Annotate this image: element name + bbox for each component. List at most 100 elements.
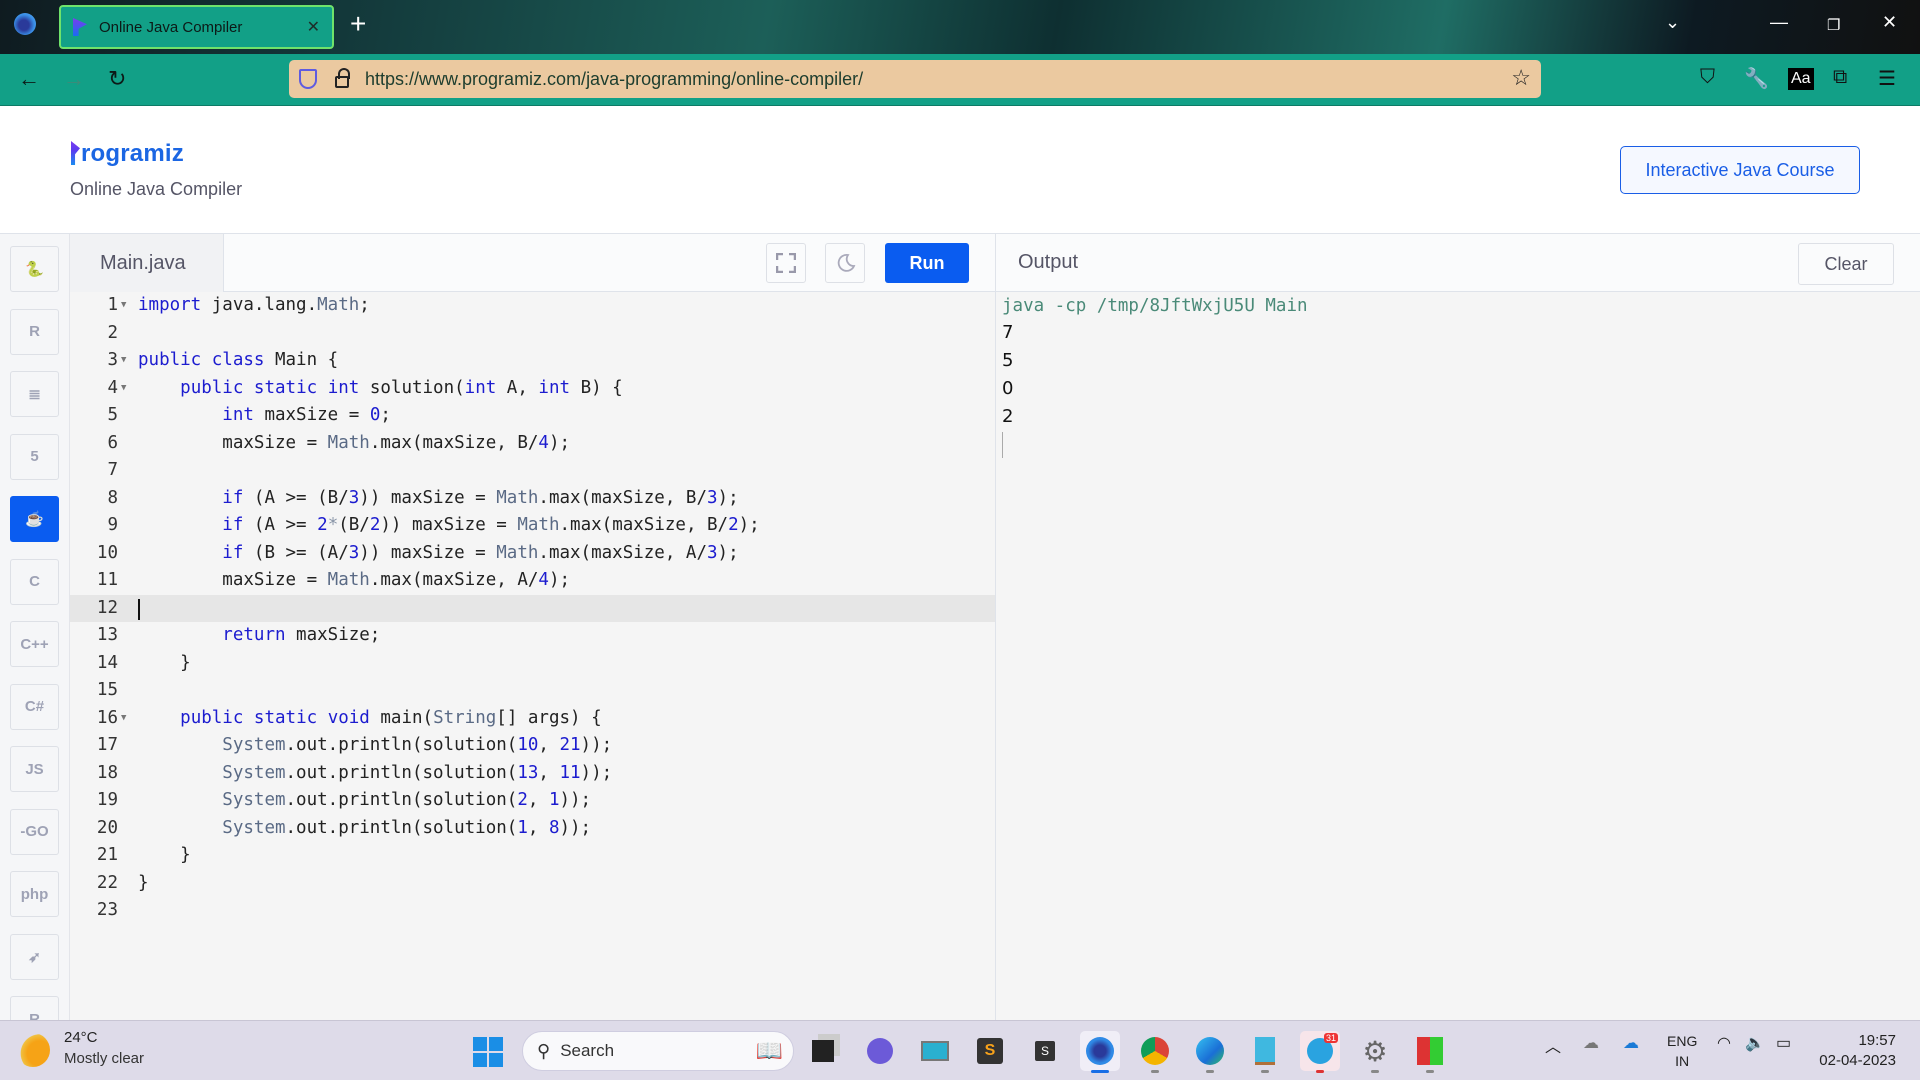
sidebar-lang-csharp[interactable]: C# <box>10 683 59 730</box>
code-line[interactable]: 8 if (A >= (B/3)) maxSize = Math.max(max… <box>70 485 995 513</box>
restore-button[interactable]: ❐ <box>1827 16 1840 34</box>
weather-description[interactable]: Mostly clear <box>64 1050 144 1067</box>
desktop-monitor-icon[interactable] <box>915 1031 955 1071</box>
show-hidden-icons-chevron[interactable]: ︿ <box>1545 1033 1561 1057</box>
code-line[interactable]: 15 <box>70 677 995 705</box>
code-line[interactable]: 22} <box>70 870 995 898</box>
windows-start-icon[interactable] <box>473 1037 503 1067</box>
fold-arrow-icon[interactable]: ▼ <box>121 375 126 403</box>
firefox-icon[interactable] <box>14 13 36 35</box>
lock-icon[interactable] <box>335 68 350 88</box>
onedrive-grey-cloud-icon[interactable]: ☁ <box>1583 1033 1599 1053</box>
code-line[interactable]: 21 } <box>70 842 995 870</box>
code-line[interactable]: 16 ▼ public static void main(String[] arg… <box>70 705 995 733</box>
code-line[interactable]: 4 ▼ public static int solution(int A, int… <box>70 375 995 403</box>
fold-arrow-icon[interactable]: ▼ <box>121 292 126 320</box>
close-window-button[interactable]: ✕ <box>1882 12 1897 33</box>
sidebar-lang-javascript[interactable]: JS <box>10 746 59 792</box>
fold-arrow-icon[interactable]: ▼ <box>121 347 126 375</box>
forward-button[interactable]: → <box>63 66 85 92</box>
onedrive-blue-cloud-icon[interactable]: ☁ <box>1623 1033 1639 1053</box>
minimize-button[interactable]: — <box>1770 12 1788 33</box>
file-tab-main-java[interactable]: Main.java <box>70 234 224 292</box>
battery-icon[interactable]: ▭ <box>1776 1033 1791 1053</box>
fullscreen-button[interactable] <box>766 243 806 283</box>
code-line[interactable]: 23 <box>70 897 995 925</box>
line-number: 15 <box>96 680 118 700</box>
sidebar-lang-c[interactable]: C <box>10 558 59 605</box>
code-line[interactable]: 1 ▼ import java.lang.Math; <box>70 292 995 320</box>
wifi-icon[interactable]: ◠ <box>1717 1033 1731 1053</box>
weather-temperature[interactable]: 24°C <box>64 1029 98 1046</box>
telegram-icon[interactable]: 31 <box>1300 1031 1340 1073</box>
fold-arrow-icon[interactable]: ▼ <box>121 705 126 733</box>
sidebar-lang-cpp[interactable]: C++ <box>10 621 59 667</box>
sidebar-lang-r[interactable]: R <box>10 308 59 355</box>
address-bar[interactable]: https://www.programiz.com/java-programmi… <box>289 60 1541 98</box>
code-line[interactable]: 10 if (B >= (A/3)) maxSize = Math.max(ma… <box>70 540 995 568</box>
pocket-icon[interactable]: ⛉ <box>1700 66 1715 89</box>
app-s-icon[interactable]: S <box>1025 1031 1065 1071</box>
clear-output-button[interactable]: Clear <box>1798 243 1894 285</box>
sidebar-lang-sql[interactable]: ≣ <box>10 371 59 417</box>
menu-hamburger-icon[interactable]: ☰ <box>1878 66 1896 91</box>
settings-gear-icon[interactable]: ⚙ <box>1355 1031 1395 1073</box>
firefox-taskbar-icon[interactable] <box>1080 1031 1120 1073</box>
edge-icon[interactable] <box>1190 1031 1230 1073</box>
code-line[interactable]: 6 maxSize = Math.max(maxSize, B/4); <box>70 430 995 458</box>
code-line[interactable]: 7 <box>70 457 995 485</box>
run-button[interactable]: Run <box>885 243 969 283</box>
code-line[interactable]: 19 System.out.println(solution(2, 1)); <box>70 787 995 815</box>
winrar-icon[interactable] <box>1410 1031 1450 1073</box>
chrome-icon[interactable] <box>1135 1031 1175 1073</box>
line-number: 21 <box>96 845 118 865</box>
notepad-icon[interactable] <box>1245 1031 1285 1073</box>
code-line[interactable]: 2 <box>70 320 995 348</box>
interactive-course-button[interactable]: Interactive Java Course <box>1620 146 1860 194</box>
weather-moon-icon[interactable] <box>16 1033 50 1067</box>
sidebar-lang-go[interactable]: -GO <box>10 808 59 855</box>
bookmark-star-icon[interactable]: ☆ <box>1511 65 1531 91</box>
code-line[interactable]: 14 } <box>70 650 995 678</box>
programiz-logo[interactable]: rogramiz <box>71 140 184 168</box>
sublime-text-icon[interactable]: S <box>970 1031 1010 1071</box>
taskbar-search[interactable]: ⚲ Search 📖 <box>522 1031 794 1071</box>
code-line[interactable]: 17 System.out.println(solution(10, 21)); <box>70 732 995 760</box>
back-button[interactable]: ← <box>18 66 40 92</box>
code-text: } <box>138 872 149 893</box>
code-line[interactable]: 18 System.out.println(solution(13, 11)); <box>70 760 995 788</box>
output-console[interactable]: java -cp /tmp/8JftWxjU5U Main 7 5 0 2 <box>995 292 1920 1020</box>
new-tab-button[interactable]: + <box>350 10 366 38</box>
code-line[interactable]: 13 return maxSize; <box>70 622 995 650</box>
list-tabs-chevron-icon[interactable]: ⌄ <box>1665 12 1680 33</box>
code-line[interactable]: 12 <box>70 594 995 622</box>
dark-mode-toggle[interactable] <box>825 243 865 283</box>
wrench-icon[interactable]: 🔧 <box>1744 66 1769 91</box>
extensions-puzzle-icon[interactable]: ⧉ <box>1833 66 1847 89</box>
reader-view-icon[interactable]: Aa <box>1788 68 1814 90</box>
code-text: } <box>138 652 191 673</box>
sidebar-lang-java[interactable]: ☕ <box>10 496 59 542</box>
system-clock[interactable]: 19:57 02-04-2023 <box>1819 1031 1896 1071</box>
tracking-protection-shield-icon[interactable] <box>299 69 317 89</box>
code-line[interactable]: 9 if (A >= 2*(B/2)) maxSize = Math.max(m… <box>70 512 995 540</box>
browser-tab[interactable]: Online Java Compiler ✕ <box>59 5 334 49</box>
code-line[interactable]: 5 int maxSize = 0; <box>70 402 995 430</box>
volume-icon[interactable]: 🔈 <box>1745 1033 1765 1053</box>
sidebar-lang-python[interactable]: 🐍 <box>10 246 59 292</box>
url-text[interactable]: https://www.programiz.com/java-programmi… <box>365 69 863 90</box>
language-indicator[interactable]: ENG IN <box>1667 1031 1697 1071</box>
sidebar-lang-php[interactable]: php <box>10 871 59 917</box>
reload-button[interactable]: ↻ <box>108 66 126 92</box>
code-editor[interactable]: 1 ▼ import java.lang.Math; 2 3 ▼ public class … <box>70 292 995 1020</box>
teams-meet-icon[interactable] <box>860 1031 900 1071</box>
language-sidebar: 🐍 R ≣ 5 ☕ C C++ C# JS -GO php ➶ R <box>0 234 70 1042</box>
task-view-icon[interactable] <box>803 1031 843 1071</box>
code-line[interactable]: 3 ▼ public class Main { <box>70 347 995 375</box>
close-tab-icon[interactable]: ✕ <box>307 17 320 37</box>
code-text: return maxSize; <box>222 625 381 645</box>
code-line[interactable]: 20 System.out.println(solution(1, 8)); <box>70 815 995 843</box>
sidebar-lang-swift[interactable]: ➶ <box>10 933 59 980</box>
sidebar-lang-html[interactable]: 5 <box>10 433 59 480</box>
code-line[interactable]: 11 maxSize = Math.max(maxSize, A/4); <box>70 567 995 595</box>
